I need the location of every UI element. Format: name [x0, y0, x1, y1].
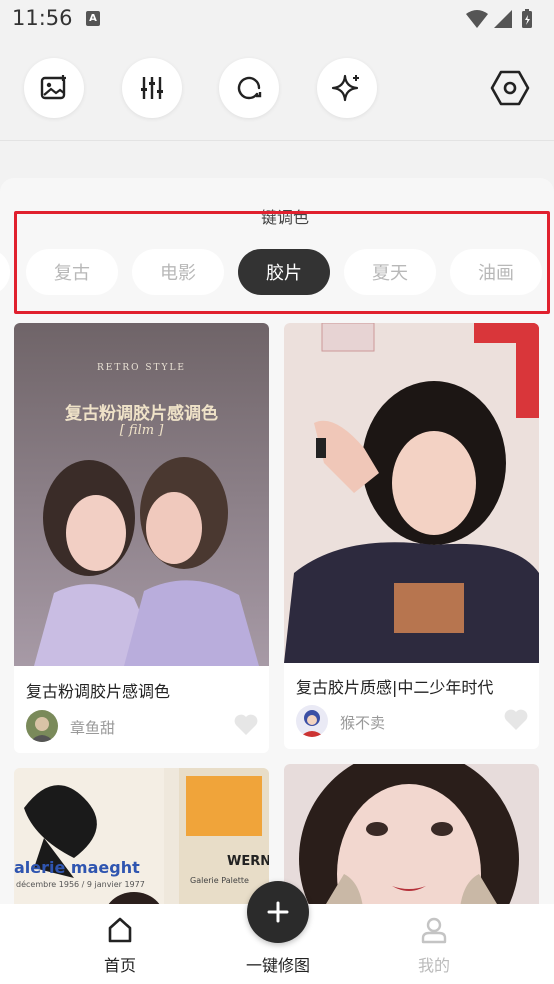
- nav-home[interactable]: 首页: [60, 904, 180, 984]
- poster-sub-2: Galerie Palette: [190, 876, 249, 885]
- avatar[interactable]: [26, 710, 58, 742]
- overlay-title: 复古粉调胶片感调色: [65, 404, 218, 424]
- feed-card[interactable]: 复古胶片质感|中二少年时代 猴不卖: [284, 323, 539, 749]
- a-icon: A: [86, 11, 100, 26]
- card-photo: [14, 323, 269, 666]
- author-name[interactable]: 章鱼甜: [70, 717, 115, 738]
- one-click-edit-button[interactable]: [247, 881, 309, 943]
- overlay-top-text: RETRO STYLE: [96, 363, 187, 373]
- one-click-edit-label: 一键修图: [245, 956, 310, 975]
- feed-card[interactable]: [284, 764, 539, 908]
- signal-icon: [494, 10, 512, 28]
- adjust-tool-button[interactable]: [122, 58, 182, 118]
- sparkle-icon: [331, 74, 359, 102]
- overlay-sub: [ film ]: [119, 423, 164, 438]
- plus-icon: [267, 901, 289, 923]
- wifi-icon: [466, 10, 488, 28]
- heart-icon[interactable]: [503, 708, 529, 732]
- feed-card[interactable]: RETRO STYLE 复古粉调胶片感调色 [ film ] 复古粉调胶片感调色…: [14, 323, 269, 753]
- avatar[interactable]: [296, 705, 328, 737]
- filter-panel: 键调色 复古 电影 胶片 夏天 油画 RETRO STYLE 复古粉调胶片感调色…: [0, 178, 554, 908]
- poster-text-2: WERNEF: [227, 854, 269, 869]
- refine-tool-button[interactable]: [219, 58, 279, 118]
- nav-profile-label: 我的: [417, 956, 450, 975]
- card-title: 复古胶片质感|中二少年时代: [296, 678, 494, 697]
- author-name[interactable]: 猴不卖: [340, 712, 385, 733]
- chip-partial[interactable]: [0, 249, 10, 295]
- status-bar: 11:56 A: [0, 0, 554, 38]
- image-icon: [40, 75, 66, 100]
- heart-icon[interactable]: [233, 713, 259, 737]
- user-icon: [421, 917, 447, 944]
- home-icon: [108, 917, 132, 943]
- settings-button[interactable]: [488, 66, 532, 110]
- tools-row: [0, 58, 554, 120]
- highlight-box: [14, 211, 550, 314]
- poster-text: alerie maeght: [14, 858, 140, 877]
- nav-profile[interactable]: 我的: [374, 904, 494, 984]
- status-time: 11:56: [12, 6, 73, 30]
- nav-home-label: 首页: [103, 956, 136, 975]
- card-photo: [284, 323, 539, 663]
- sliders-icon: [141, 77, 163, 99]
- refresh-circle-icon: [237, 76, 262, 100]
- card-photo: [284, 764, 539, 908]
- poster-sub: décembre 1956 / 9 janvier 1977: [16, 880, 145, 889]
- feed-card[interactable]: alerie maeght décembre 1956 / 9 janvier …: [14, 768, 269, 908]
- image-tool-button[interactable]: [24, 58, 84, 118]
- system-icons: [466, 9, 532, 28]
- divider: [0, 140, 554, 141]
- magic-tool-button[interactable]: [317, 58, 377, 118]
- card-title: 复古粉调胶片感调色: [26, 682, 171, 701]
- hexagon-settings-icon: [490, 70, 530, 106]
